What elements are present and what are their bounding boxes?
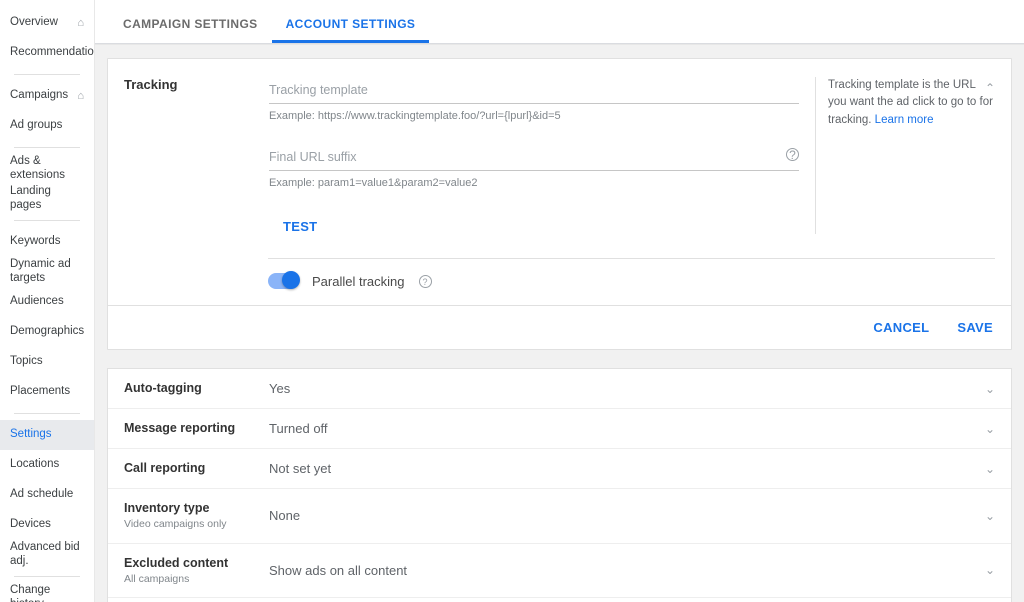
home-icon: ⌂ [77, 90, 84, 102]
chevron-down-icon: ⌄ [985, 509, 995, 523]
collapse-icon[interactable]: ⌃ [985, 79, 995, 97]
parallel-tracking-toggle[interactable] [268, 273, 298, 289]
sidebar-separator [14, 74, 80, 75]
tab-bar: CAMPAIGN SETTINGS ACCOUNT SETTINGS [95, 0, 1024, 44]
setting-name: Message reporting [124, 421, 269, 436]
test-button[interactable]: TEST [283, 219, 317, 234]
parallel-tracking-row: Parallel tracking ? [108, 259, 1011, 305]
setting-row-call-reporting[interactable]: Call reportingNot set yet⌄ [108, 448, 1011, 488]
setting-value: None [269, 508, 985, 523]
sidebar-item-overview[interactable]: Overview ⌂ [0, 8, 94, 38]
chevron-down-icon: ⌄ [985, 563, 995, 577]
sidebar-item-label: Change history [10, 584, 84, 602]
setting-name: Excluded contentAll campaigns [124, 556, 269, 586]
sidebar-item-label: Placements [10, 385, 70, 399]
setting-row-auto-tagging[interactable]: Auto-taggingYes⌄ [108, 369, 1011, 408]
sidebar-item-ad-groups[interactable]: Ad groups [0, 111, 94, 141]
sidebar-item-label: Devices [10, 518, 51, 532]
setting-value: Show ads on all content [269, 563, 985, 578]
sidebar-item-keywords[interactable]: Keywords [0, 227, 94, 257]
sidebar-item-advanced-bid-adj-[interactable]: Advanced bid adj. [0, 540, 94, 570]
tracking-card: Tracking Example: https://www.trackingte… [107, 58, 1012, 350]
sidebar-item-placements[interactable]: Placements [0, 377, 94, 407]
tracking-help-panel: Tracking template is the URL you want th… [815, 77, 995, 234]
sidebar-item-dynamic-ad-targets[interactable]: Dynamic ad targets [0, 257, 94, 287]
sidebar-item-landing-pages[interactable]: Landing pages [0, 184, 94, 214]
save-button[interactable]: SAVE [957, 320, 993, 335]
cancel-button[interactable]: CANCEL [873, 320, 929, 335]
sidebar-item-label: Ad groups [10, 119, 62, 133]
chevron-down-icon: ⌄ [985, 382, 995, 396]
help-icon[interactable]: ? [419, 275, 432, 288]
sidebar-item-demographics[interactable]: Demographics [0, 317, 94, 347]
chevron-down-icon: ⌄ [985, 462, 995, 476]
setting-name: Inventory typeVideo campaigns only [124, 501, 269, 531]
left-sidebar: Overview ⌂ Recommendations Campaigns ⌂ Ad gro… [0, 0, 95, 602]
sidebar-separator [14, 413, 80, 414]
sidebar-item-campaigns[interactable]: Campaigns ⌂ [0, 81, 94, 111]
sidebar-item-recommendations[interactable]: Recommendations [0, 38, 94, 68]
home-icon: ⌂ [77, 17, 84, 29]
sidebar-item-devices[interactable]: Devices [0, 510, 94, 540]
chevron-down-icon: ⌄ [985, 422, 995, 436]
sidebar-item-topics[interactable]: Topics [0, 347, 94, 377]
sidebar-item-audiences[interactable]: Audiences [0, 287, 94, 317]
setting-row-inventory-type[interactable]: Inventory typeVideo campaigns onlyNone⌄ [108, 488, 1011, 543]
setting-row-excluded-types-and-labels[interactable]: Excluded types and labelsAll campaignsSh… [108, 597, 1011, 602]
tab-account-settings[interactable]: ACCOUNT SETTINGS [272, 17, 430, 43]
sidebar-item-ads-extensions[interactable]: Ads & extensions [0, 154, 94, 184]
setting-value: Not set yet [269, 461, 985, 476]
tracking-template-input[interactable] [269, 77, 799, 104]
final-url-suffix-example: Example: param1=value1&param2=value2 [269, 177, 799, 189]
sidebar-item-label: Recommendations [10, 46, 95, 60]
sidebar-item-label: Audiences [10, 295, 64, 309]
sidebar-item-locations[interactable]: Locations [0, 450, 94, 480]
sidebar-item-label: Overview [10, 16, 58, 30]
main-pane: CAMPAIGN SETTINGS ACCOUNT SETTINGS Track… [95, 0, 1024, 602]
sidebar-item-label: Landing pages [10, 185, 84, 213]
sidebar-separator [14, 147, 80, 148]
sidebar-separator [14, 576, 80, 577]
tracking-template-field [269, 77, 799, 104]
sidebar-item-label: Ads & extensions [10, 155, 84, 183]
settings-list: Auto-taggingYes⌄Message reportingTurned … [107, 368, 1012, 602]
setting-sub: Video campaigns only [124, 518, 269, 531]
setting-row-message-reporting[interactable]: Message reportingTurned off⌄ [108, 408, 1011, 448]
setting-name: Auto-tagging [124, 381, 269, 396]
final-url-suffix-field: ? [269, 144, 799, 171]
sidebar-item-label: Dynamic ad targets [10, 258, 84, 286]
sidebar-item-label: Advanced bid adj. [10, 541, 84, 569]
content-scroll: Tracking Example: https://www.trackingte… [95, 44, 1024, 602]
setting-row-excluded-content[interactable]: Excluded contentAll campaignsShow ads on… [108, 543, 1011, 598]
sidebar-item-label: Campaigns [10, 89, 68, 103]
final-url-suffix-input[interactable] [269, 144, 799, 171]
sidebar-item-settings[interactable]: Settings [0, 420, 94, 450]
sidebar-item-change-history[interactable]: Change history [0, 583, 94, 602]
tab-campaign-settings[interactable]: CAMPAIGN SETTINGS [109, 17, 272, 43]
setting-sub: All campaigns [124, 573, 269, 586]
sidebar-item-label: Ad schedule [10, 488, 73, 502]
sidebar-item-ad-schedule[interactable]: Ad schedule [0, 480, 94, 510]
parallel-tracking-label: Parallel tracking [312, 274, 405, 289]
sidebar-item-label: Locations [10, 458, 59, 472]
help-icon[interactable]: ? [786, 148, 799, 161]
sidebar-item-label: Settings [10, 428, 52, 442]
sidebar-item-label: Topics [10, 355, 43, 369]
sidebar-item-label: Keywords [10, 235, 61, 249]
sidebar-separator [14, 220, 80, 221]
setting-value: Turned off [269, 421, 985, 436]
learn-more-link[interactable]: Learn more [875, 114, 934, 126]
setting-name: Call reporting [124, 461, 269, 476]
action-bar: CANCEL SAVE [108, 305, 1011, 349]
tracking-title: Tracking [124, 77, 269, 234]
setting-value: Yes [269, 381, 985, 396]
sidebar-item-label: Demographics [10, 325, 84, 339]
tracking-template-example: Example: https://www.trackingtemplate.fo… [269, 110, 799, 122]
